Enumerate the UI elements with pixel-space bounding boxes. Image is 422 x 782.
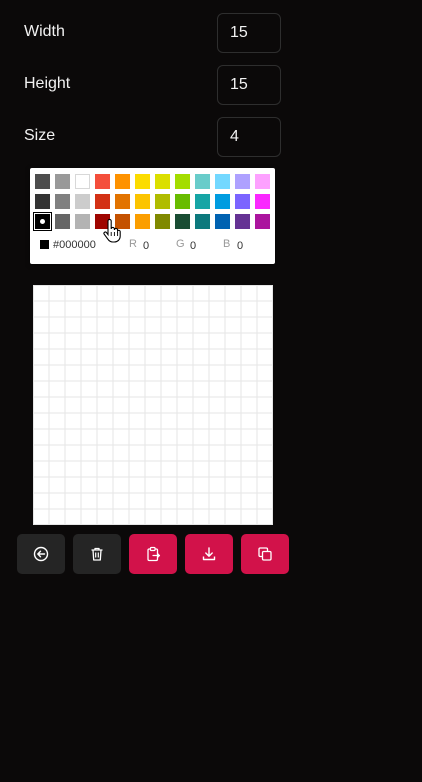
undo-button[interactable] — [17, 534, 65, 574]
color-swatch[interactable] — [215, 174, 230, 189]
download-button[interactable] — [185, 534, 233, 574]
color-swatch[interactable] — [115, 174, 130, 189]
g-input[interactable]: 0 — [190, 240, 196, 252]
g-label: G — [176, 238, 185, 250]
color-swatch[interactable] — [155, 174, 170, 189]
color-swatch[interactable] — [155, 214, 170, 229]
color-swatch[interactable] — [55, 214, 70, 229]
color-swatch[interactable] — [95, 194, 110, 209]
current-color-preview — [40, 240, 49, 249]
size-label: Size — [24, 127, 56, 144]
trash-icon — [91, 547, 103, 561]
height-input[interactable] — [217, 65, 281, 105]
pixel-grid[interactable] — [33, 285, 273, 525]
color-swatch[interactable] — [215, 194, 230, 209]
color-swatch[interactable] — [35, 214, 50, 229]
color-swatch[interactable] — [175, 174, 190, 189]
r-label: R — [129, 238, 137, 250]
hex-value[interactable]: #000000 — [53, 239, 96, 251]
paste-button[interactable] — [129, 534, 177, 574]
color-swatch[interactable] — [135, 214, 150, 229]
pixel-canvas[interactable] — [33, 285, 273, 525]
color-swatch[interactable] — [255, 214, 270, 229]
width-row: Width — [0, 13, 422, 53]
height-label: Height — [24, 75, 71, 92]
size-input[interactable] — [217, 117, 281, 157]
width-label: Width — [24, 23, 65, 40]
color-swatch[interactable] — [135, 194, 150, 209]
color-swatch[interactable] — [35, 194, 50, 209]
color-swatch[interactable] — [255, 174, 270, 189]
color-swatch[interactable] — [235, 174, 250, 189]
hand-cursor-icon — [103, 219, 121, 243]
r-input[interactable]: 0 — [143, 240, 149, 252]
color-swatch[interactable] — [135, 174, 150, 189]
color-picker: #000000 R 0 G 0 B 0 — [30, 168, 275, 264]
color-swatch[interactable] — [195, 194, 210, 209]
color-swatch[interactable] — [255, 194, 270, 209]
download-icon — [202, 547, 216, 561]
color-swatch[interactable] — [75, 194, 90, 209]
color-swatch[interactable] — [235, 214, 250, 229]
clipboard-icon — [147, 546, 161, 562]
b-input[interactable]: 0 — [237, 240, 243, 252]
color-swatch[interactable] — [95, 174, 110, 189]
color-swatch[interactable] — [35, 174, 50, 189]
color-swatch[interactable] — [215, 214, 230, 229]
color-swatch[interactable] — [195, 174, 210, 189]
color-swatch[interactable] — [55, 194, 70, 209]
back-arrow-icon — [33, 546, 49, 562]
color-swatch[interactable] — [235, 194, 250, 209]
color-swatch[interactable] — [55, 174, 70, 189]
color-swatch[interactable] — [75, 174, 90, 189]
clear-button[interactable] — [73, 534, 121, 574]
selected-indicator — [40, 219, 45, 224]
color-swatch[interactable] — [195, 214, 210, 229]
height-row: Height — [0, 65, 422, 105]
color-swatch[interactable] — [175, 194, 190, 209]
color-swatch[interactable] — [75, 214, 90, 229]
copy-button[interactable] — [241, 534, 289, 574]
size-row: Size — [0, 117, 422, 157]
width-input[interactable] — [217, 13, 281, 53]
copy-icon — [258, 547, 272, 561]
color-swatch[interactable] — [175, 214, 190, 229]
color-swatch[interactable] — [115, 194, 130, 209]
color-swatch[interactable] — [155, 194, 170, 209]
b-label: B — [223, 238, 231, 250]
